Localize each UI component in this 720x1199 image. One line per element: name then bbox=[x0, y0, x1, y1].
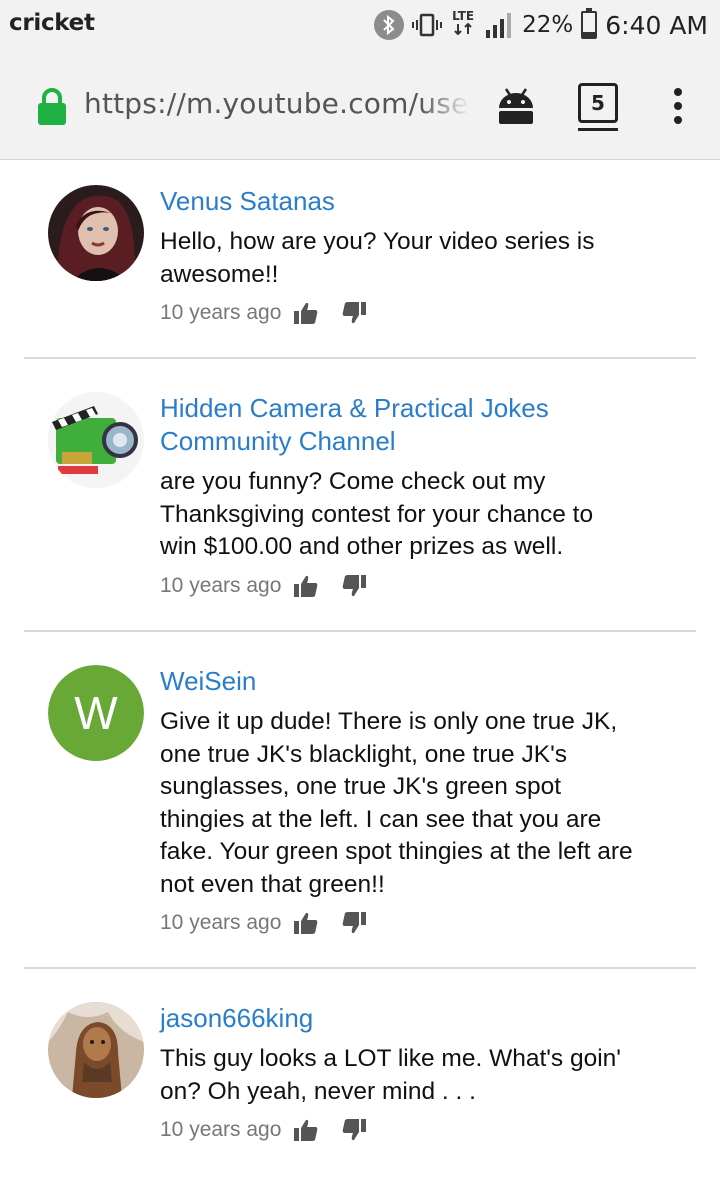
comment-time: 10 years ago bbox=[160, 301, 282, 324]
thumbs-up-icon[interactable] bbox=[293, 301, 319, 325]
comment-author[interactable]: Hidden Camera & Practical Jokes Communit… bbox=[160, 392, 630, 458]
comment-time: 10 years ago bbox=[160, 574, 282, 597]
divider bbox=[24, 967, 696, 969]
carrier-name: cricket bbox=[9, 10, 95, 36]
thumbs-down-icon[interactable] bbox=[341, 301, 367, 325]
comment-meta: 10 years ago bbox=[160, 1115, 367, 1145]
thumbs-up-icon[interactable] bbox=[293, 911, 319, 935]
lte-icon: LTE bbox=[450, 10, 476, 40]
divider bbox=[24, 357, 696, 359]
comment-author[interactable]: Venus Satanas bbox=[160, 185, 335, 218]
tab-switcher-underline bbox=[578, 128, 618, 131]
avatar[interactable] bbox=[48, 185, 144, 281]
comment-text: are you funny? Come check out my Thanksg… bbox=[160, 468, 594, 561]
avatar[interactable]: W bbox=[48, 665, 144, 761]
android-icon[interactable] bbox=[496, 86, 536, 126]
status-icons: LTE 22% 6:40 AM bbox=[374, 8, 708, 42]
comment-meta: 10 years ago bbox=[160, 298, 367, 328]
clock: 6:40 AM bbox=[605, 10, 708, 40]
vibrate-icon bbox=[412, 10, 443, 40]
thumbs-up-icon[interactable] bbox=[293, 574, 319, 598]
comment-author[interactable]: WeiSein bbox=[160, 665, 256, 698]
comment-text: Give it up dude! There is only one true … bbox=[160, 708, 633, 898]
comment-time: 10 years ago bbox=[160, 911, 282, 934]
comment-text: Hello, how are you? Your video series is… bbox=[160, 228, 595, 288]
divider bbox=[24, 630, 696, 632]
browser-toolbar: https://m.youtube.com/user/ 5 bbox=[0, 50, 720, 160]
tab-switcher-button[interactable]: 5 bbox=[578, 83, 618, 123]
battery-icon bbox=[581, 8, 598, 39]
comment-time: 10 years ago bbox=[160, 1118, 282, 1141]
avatar[interactable] bbox=[48, 392, 144, 488]
status-bar: cricket LTE 22% 6:40 AM bbox=[0, 0, 720, 50]
avatar-letter: W bbox=[48, 665, 144, 761]
signal-icon bbox=[484, 10, 514, 40]
thumbs-down-icon[interactable] bbox=[341, 574, 367, 598]
comment-meta: 10 years ago bbox=[160, 571, 367, 601]
comment-author[interactable]: jason666king bbox=[160, 1002, 313, 1035]
url-field[interactable]: https://m.youtube.com/user/ bbox=[84, 87, 469, 120]
comment-meta: 10 years ago bbox=[160, 908, 367, 938]
thumbs-down-icon[interactable] bbox=[341, 1118, 367, 1142]
comment-text: This guy looks a LOT like me. What's goi… bbox=[160, 1045, 621, 1105]
thumbs-up-icon[interactable] bbox=[293, 1118, 319, 1142]
thumbs-down-icon[interactable] bbox=[341, 911, 367, 935]
lock-icon[interactable] bbox=[37, 88, 67, 126]
avatar[interactable] bbox=[48, 1002, 144, 1098]
battery-percent: 22% bbox=[522, 12, 574, 38]
overflow-menu-icon[interactable] bbox=[666, 86, 690, 126]
bluetooth-icon bbox=[374, 10, 405, 40]
network-type-label: LTE bbox=[452, 9, 475, 23]
url-fade bbox=[420, 80, 470, 130]
